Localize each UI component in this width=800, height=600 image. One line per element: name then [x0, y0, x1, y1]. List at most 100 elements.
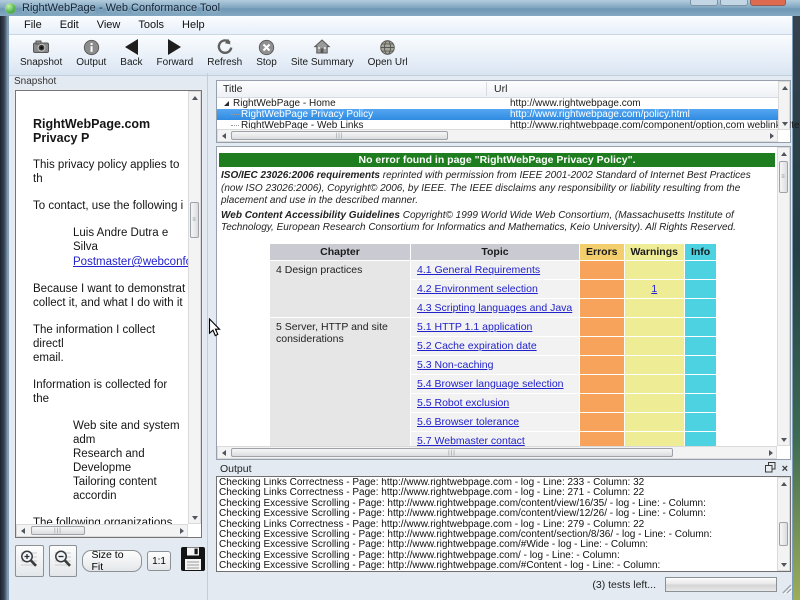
snapshot-horizontal-scrollbar[interactable]: ||| — [16, 524, 188, 537]
conformance-table-header: Chapter Topic Errors Warnings Info — [270, 244, 716, 260]
scroll-right-icon[interactable] — [765, 447, 776, 458]
scroll-up-icon[interactable] — [778, 148, 789, 159]
iso-copyright-text: ISO/IEC 23026:2006 requirements reprinte… — [221, 170, 771, 208]
topic-link[interactable]: 5.2 Cache expiration date — [417, 340, 537, 352]
scroll-thumb[interactable]: ≡ — [779, 161, 788, 193]
table-row: 5 Server, HTTP and site considerations 5… — [270, 318, 716, 336]
pages-vertical-scrollbar[interactable] — [778, 81, 790, 130]
title-bar[interactable]: RightWebPage - Web Conformance Tool — [0, 0, 800, 16]
topic-link[interactable]: 4.2 Environment selection — [417, 283, 538, 295]
magnifier-minus-icon — [52, 548, 74, 575]
info-cell — [685, 432, 716, 447]
refresh-button[interactable]: Refresh — [200, 37, 249, 71]
scroll-down-icon[interactable] — [189, 512, 200, 523]
doc-paragraph: The information I collect directl email. — [33, 323, 186, 365]
topic-link[interactable]: 5.4 Browser language selection — [417, 378, 564, 390]
snapshot-vertical-scrollbar[interactable]: ≡ — [188, 91, 201, 524]
snapshot-controls: Size to Fit 1:1 — [15, 544, 207, 578]
size-to-fit-button[interactable]: Size to Fit — [82, 550, 142, 572]
minimize-button[interactable] — [690, 0, 718, 6]
forward-arrow-icon — [168, 38, 181, 56]
pages-horizontal-scrollbar[interactable]: ||| — [217, 129, 778, 142]
desktop-background-right — [793, 16, 800, 600]
refresh-icon — [216, 38, 234, 56]
output-button[interactable]: Output — [69, 37, 113, 71]
output-log[interactable]: Checking Links Correctness - Page: http:… — [216, 476, 791, 572]
topic-link[interactable]: 5.7 Webmaster contact — [417, 435, 525, 447]
topic-link[interactable]: 5.5 Robot exclusion — [417, 397, 509, 409]
tree-expander-icon[interactable] — [224, 101, 229, 106]
snapshot-panel-title: Snapshot — [9, 73, 207, 89]
scroll-thumb[interactable]: ||| — [31, 526, 85, 535]
scroll-thumb[interactable]: ≡ — [190, 202, 199, 238]
snapshot-button[interactable]: Snapshot — [13, 37, 69, 71]
warning-count-link[interactable]: 1 — [651, 283, 657, 295]
menu-file[interactable]: File — [15, 18, 51, 32]
topic-link[interactable]: 5.6 Browser tolerance — [417, 416, 519, 428]
topic-link[interactable]: 5.1 HTTP 1.1 application — [417, 321, 532, 333]
page-row-home[interactable]: RightWebPage - Home http://www.rightwebp… — [217, 98, 790, 109]
info-cell — [685, 299, 716, 317]
info-cell — [685, 318, 716, 336]
one-to-one-button[interactable]: 1:1 — [147, 551, 171, 571]
report-vertical-scrollbar[interactable]: ≡ — [777, 147, 790, 446]
scroll-thumb[interactable] — [779, 522, 788, 546]
scroll-thumb[interactable]: ||| — [231, 448, 673, 457]
menu-help[interactable]: Help — [173, 18, 214, 32]
float-panel-icon[interactable] — [765, 462, 776, 476]
scroll-down-icon[interactable] — [779, 118, 790, 129]
warnings-cell — [625, 375, 684, 393]
window-controls — [690, 0, 786, 6]
resize-grip-icon[interactable] — [780, 581, 792, 599]
output-panel-header: Output × — [216, 461, 791, 476]
scroll-up-icon[interactable] — [189, 92, 200, 103]
open-url-button-label: Open Url — [368, 57, 408, 68]
output-vertical-scrollbar[interactable] — [777, 477, 790, 571]
site-summary-button[interactable]: Site Summary — [284, 37, 361, 71]
close-panel-icon[interactable]: × — [782, 464, 788, 475]
open-url-button[interactable]: Open Url — [361, 37, 415, 71]
scroll-thumb[interactable]: ||| — [231, 131, 448, 140]
scroll-right-icon[interactable] — [766, 130, 777, 141]
menu-view[interactable]: View — [88, 18, 130, 32]
site-summary-button-label: Site Summary — [291, 57, 354, 68]
no-error-banner: No error found in page "RightWebPage Pri… — [219, 153, 775, 167]
zoom-out-button[interactable] — [49, 545, 78, 577]
column-header-url[interactable]: Url — [494, 83, 507, 95]
forward-button[interactable]: Forward — [150, 37, 201, 71]
desktop-background-left — [0, 16, 8, 600]
column-divider[interactable] — [486, 82, 487, 96]
maximize-button[interactable] — [720, 0, 748, 6]
topic-link[interactable]: 5.3 Non-caching — [417, 359, 493, 371]
stop-button[interactable]: Stop — [249, 37, 284, 71]
doc-email-link[interactable]: Postmaster@webconform — [73, 255, 186, 269]
topic-link[interactable]: 4.3 Scripting languages and Java — [417, 302, 572, 314]
scroll-down-icon[interactable] — [778, 434, 789, 445]
menu-edit[interactable]: Edit — [51, 18, 88, 32]
menu-tools[interactable]: Tools — [129, 18, 173, 32]
scroll-left-icon[interactable] — [17, 525, 28, 536]
save-snapshot-button[interactable] — [179, 545, 207, 578]
scroll-right-icon[interactable] — [176, 525, 187, 536]
page-title: RightWebPage Privacy Policy — [241, 109, 373, 120]
topic-link[interactable]: 4.1 General Requirements — [417, 264, 540, 276]
info-cell — [685, 375, 716, 393]
scroll-up-icon[interactable] — [779, 82, 790, 93]
close-button[interactable] — [750, 0, 786, 6]
back-button[interactable]: Back — [113, 37, 149, 71]
scroll-left-icon[interactable] — [218, 130, 229, 141]
header-topic: Topic — [411, 244, 579, 260]
errors-cell — [580, 261, 624, 279]
report-horizontal-scrollbar[interactable]: ||| — [217, 446, 777, 459]
output-button-label: Output — [76, 57, 106, 68]
column-header-title[interactable]: Title — [223, 83, 242, 95]
page-row-privacy-policy-selected[interactable]: RightWebPage Privacy Policy http://www.r… — [217, 109, 790, 120]
scroll-left-icon[interactable] — [218, 447, 229, 458]
scroll-down-icon[interactable] — [778, 559, 789, 570]
snapshot-document[interactable]: RightWebPage.com Privacy P This privacy … — [15, 90, 202, 538]
scroll-up-icon[interactable] — [778, 478, 789, 489]
window-title: RightWebPage - Web Conformance Tool — [22, 2, 220, 14]
stop-button-label: Stop — [256, 57, 277, 68]
warnings-cell — [625, 261, 684, 279]
zoom-in-button[interactable] — [15, 545, 44, 577]
